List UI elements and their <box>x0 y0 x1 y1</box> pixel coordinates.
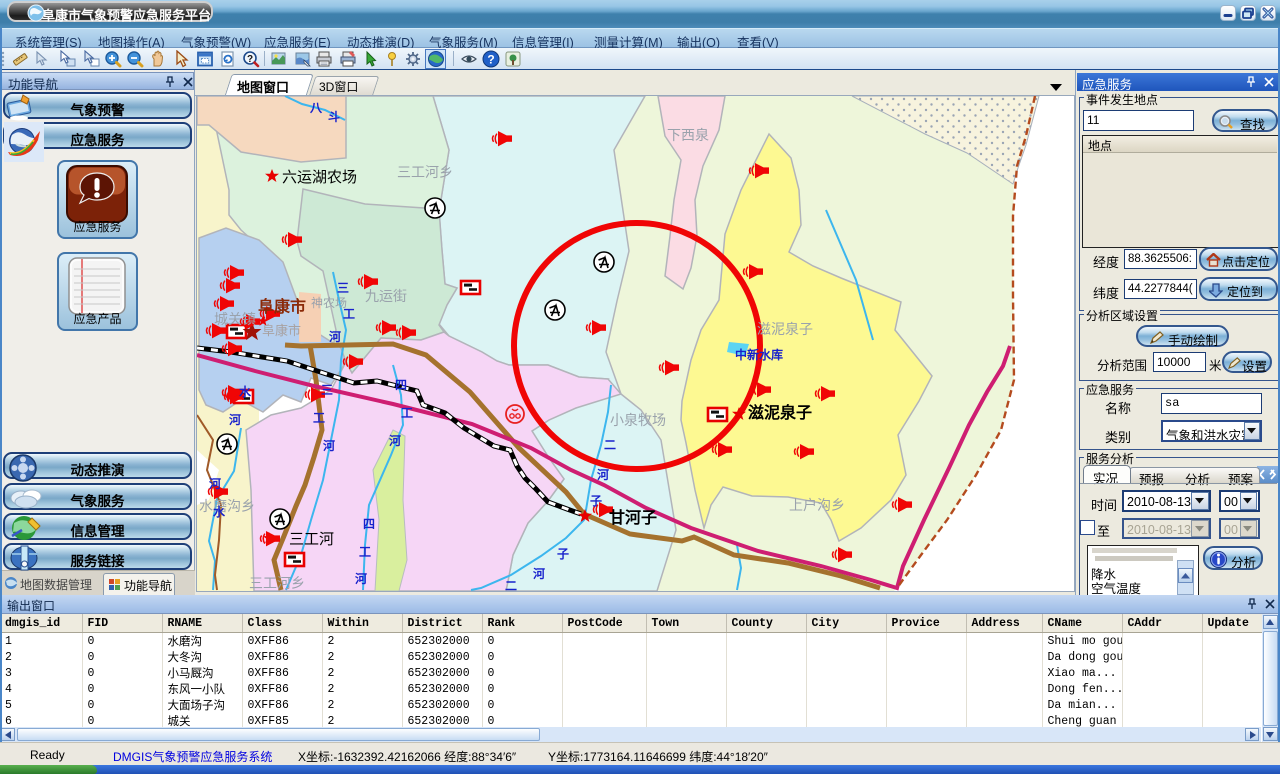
svg-text:河: 河 <box>532 566 545 581</box>
svg-text:上户沟乡: 上户沟乡 <box>789 497 845 513</box>
svg-text:子: 子 <box>590 494 602 508</box>
svg-text:二: 二 <box>505 579 517 591</box>
svg-text:小泉牧场: 小泉牧场 <box>610 412 666 428</box>
svg-text:河: 河 <box>328 329 341 344</box>
svg-text:四: 四 <box>363 517 375 531</box>
svg-text:水: 水 <box>213 504 226 519</box>
svg-text:阜康市: 阜康市 <box>258 297 306 316</box>
svg-text:三工河乡: 三工河乡 <box>397 164 453 180</box>
svg-text:?: ? <box>487 53 494 67</box>
svg-text:工: 工 <box>401 406 413 420</box>
svg-text:九运街: 九运街 <box>365 288 407 304</box>
svg-text:滋泥泉子: 滋泥泉子 <box>748 403 812 422</box>
svg-text:六运湖农场: 六运湖农场 <box>282 169 357 186</box>
svg-text:河: 河 <box>228 412 241 427</box>
svg-text:河: 河 <box>596 467 609 482</box>
svg-text:阜康市: 阜康市 <box>262 323 301 338</box>
svg-text:水磨沟乡: 水磨沟乡 <box>199 498 255 514</box>
svg-text:河: 河 <box>388 433 401 448</box>
svg-text:?: ? <box>247 54 253 65</box>
svg-text:河: 河 <box>208 476 221 491</box>
svg-text:工: 工 <box>343 307 355 321</box>
svg-text:下西泉: 下西泉 <box>667 127 709 143</box>
svg-text:三: 三 <box>337 281 349 295</box>
svg-text:河: 河 <box>354 571 367 586</box>
svg-text:三工河: 三工河 <box>289 531 334 548</box>
svg-text:工: 工 <box>313 411 325 425</box>
svg-text:滋泥泉子: 滋泥泉子 <box>757 321 813 337</box>
svg-text:三: 三 <box>321 383 333 397</box>
svg-text:中新水库: 中新水库 <box>735 347 783 362</box>
svg-text:工: 工 <box>359 545 371 559</box>
svg-text:神农场: 神农场 <box>311 296 347 310</box>
svg-text:水: 水 <box>239 384 252 399</box>
svg-text:斗: 斗 <box>328 110 340 124</box>
svg-text:二: 二 <box>604 438 616 452</box>
svg-text:四: 四 <box>395 378 407 392</box>
svg-text:八: 八 <box>309 101 323 115</box>
svg-text:三工河乡: 三工河乡 <box>249 575 305 591</box>
svg-text:甘河子: 甘河子 <box>609 508 657 527</box>
svg-text:城关镇: 城关镇 <box>214 311 256 327</box>
svg-text:子: 子 <box>557 547 569 561</box>
svg-text:河: 河 <box>322 438 335 453</box>
